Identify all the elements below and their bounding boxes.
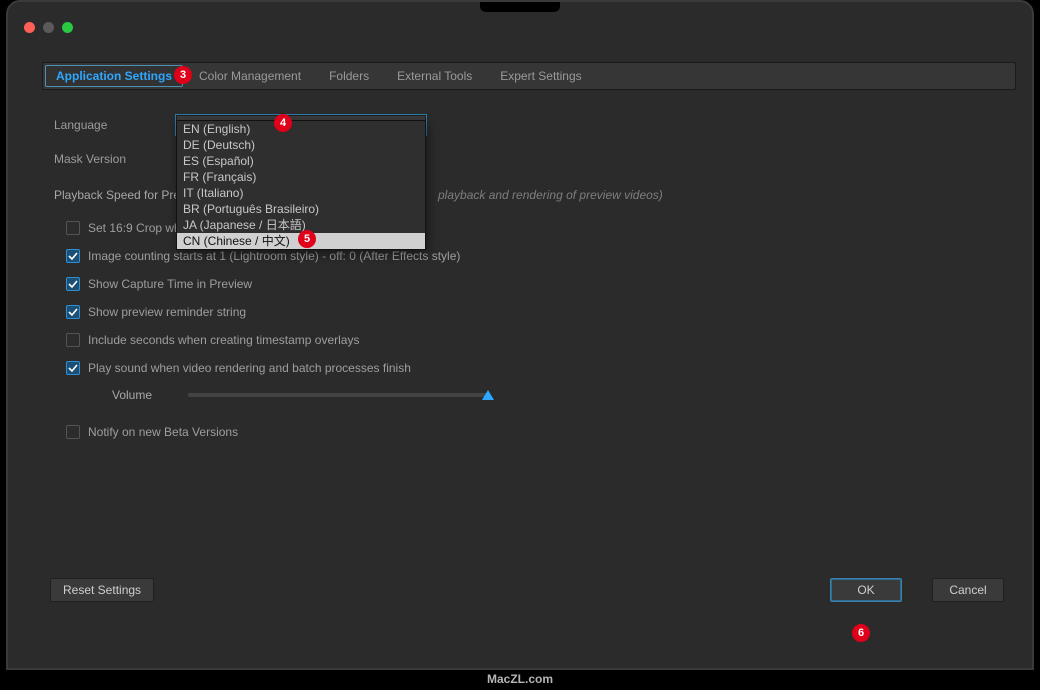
- fullscreen-icon[interactable]: [62, 22, 73, 33]
- beta-checkbox[interactable]: [66, 425, 80, 439]
- volume-slider[interactable]: [188, 393, 488, 397]
- seconds-checkbox[interactable]: [66, 333, 80, 347]
- window-controls: [24, 22, 73, 33]
- tab-label: Application Settings: [56, 69, 172, 83]
- brand-watermark: MacZL.com: [0, 672, 1040, 686]
- reminder-checkbox[interactable]: [66, 305, 80, 319]
- counting-label: Image counting starts at 1 (Lightroom st…: [88, 249, 460, 263]
- annotation-badge-6: 6: [852, 624, 870, 642]
- playback-hint: playback and rendering of preview videos…: [438, 188, 663, 202]
- counting-checkbox[interactable]: [66, 249, 80, 263]
- tab-label: Color Management: [199, 69, 301, 83]
- lang-option-de[interactable]: DE (Deutsch): [177, 137, 425, 153]
- lang-option-fr[interactable]: FR (Français): [177, 169, 425, 185]
- device-notch: [480, 2, 560, 12]
- ok-label: OK: [857, 583, 874, 597]
- tab-folders[interactable]: Folders: [315, 63, 383, 89]
- capture-checkbox[interactable]: [66, 277, 80, 291]
- reset-button[interactable]: Reset Settings: [50, 578, 154, 602]
- annotation-badge-3: 3: [174, 66, 192, 84]
- crop-checkbox[interactable]: [66, 221, 80, 235]
- language-dropdown-list[interactable]: EN (English) DE (Deutsch) ES (Español) F…: [176, 120, 426, 250]
- lang-option-en[interactable]: EN (English): [177, 121, 425, 137]
- tab-label: Folders: [329, 69, 369, 83]
- tab-external-tools[interactable]: External Tools: [383, 63, 486, 89]
- tab-expert-settings[interactable]: Expert Settings: [486, 63, 595, 89]
- minimize-icon[interactable]: [43, 22, 54, 33]
- tab-label: Expert Settings: [500, 69, 581, 83]
- capture-label: Show Capture Time in Preview: [88, 277, 252, 291]
- beta-label: Notify on new Beta Versions: [88, 425, 238, 439]
- annotation-badge-4: 4: [274, 114, 292, 132]
- close-icon[interactable]: [24, 22, 35, 33]
- slider-thumb-icon[interactable]: [482, 390, 494, 400]
- reminder-label: Show preview reminder string: [88, 305, 246, 319]
- ok-button[interactable]: OK: [830, 578, 902, 602]
- seconds-label: Include seconds when creating timestamp …: [88, 333, 359, 347]
- language-label: Language: [54, 118, 176, 132]
- mask-version-label: Mask Version: [54, 152, 176, 166]
- tab-application-settings[interactable]: Application Settings: [45, 65, 183, 87]
- lang-option-it[interactable]: IT (Italiano): [177, 185, 425, 201]
- tab-color-management[interactable]: Color Management: [185, 63, 315, 89]
- lang-option-es[interactable]: ES (Español): [177, 153, 425, 169]
- cancel-label: Cancel: [949, 583, 986, 597]
- tab-label: External Tools: [397, 69, 472, 83]
- sound-checkbox[interactable]: [66, 361, 80, 375]
- reset-label: Reset Settings: [63, 583, 141, 597]
- annotation-badge-5: 5: [298, 230, 316, 248]
- cancel-button[interactable]: Cancel: [932, 578, 1004, 602]
- volume-label: Volume: [112, 388, 172, 402]
- lang-option-br[interactable]: BR (Português Brasileiro): [177, 201, 425, 217]
- sound-label: Play sound when video rendering and batc…: [88, 361, 411, 375]
